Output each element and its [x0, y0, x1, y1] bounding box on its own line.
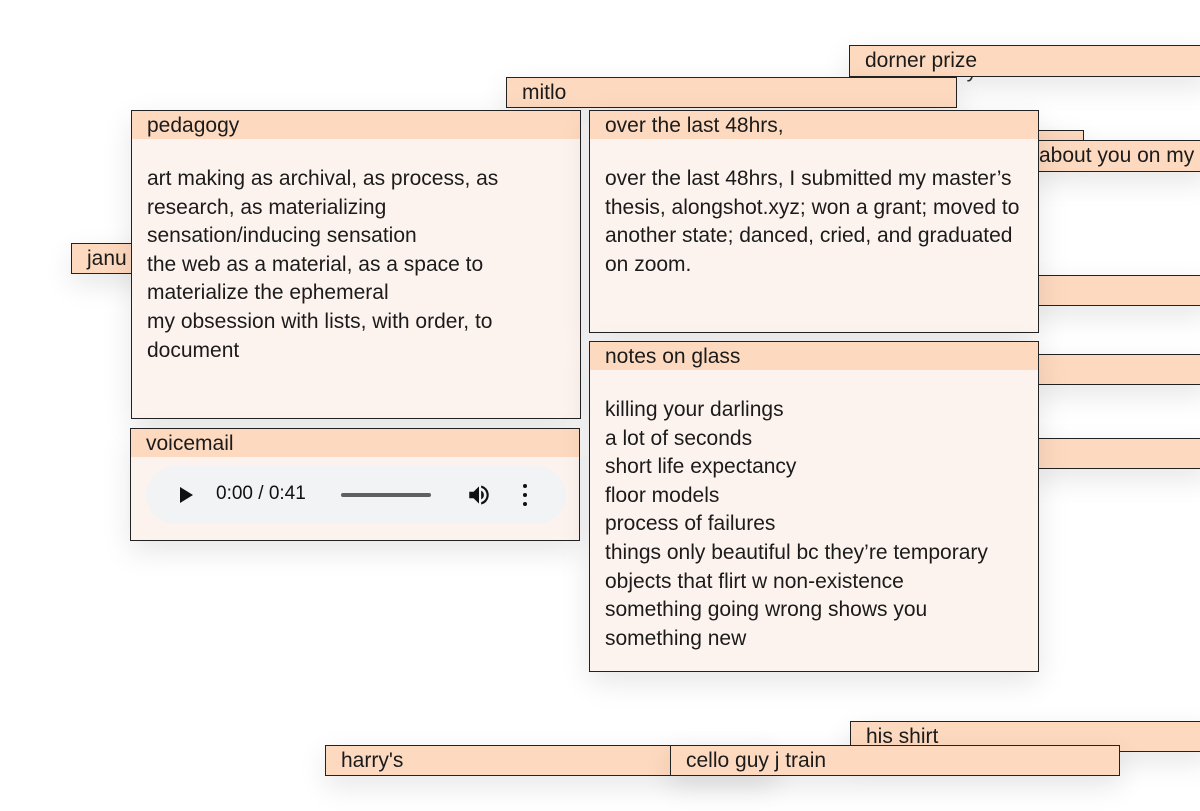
- window-title: voicemail: [131, 429, 579, 457]
- volume-icon[interactable]: [466, 482, 492, 508]
- more-vertical-icon[interactable]: [522, 484, 528, 506]
- window-body: killing your darlings a lot of seconds s…: [590, 370, 1038, 653]
- play-icon[interactable]: [180, 487, 193, 503]
- window-last-48hrs[interactable]: over the last 48hrs, over the last 48hrs…: [589, 110, 1039, 333]
- window-right-strip[interactable]: ,: [1030, 275, 1200, 306]
- window-pedagogy[interactable]: pedagogy art making as archival, as proc…: [131, 110, 581, 419]
- window-right-strip[interactable]: [1030, 354, 1200, 385]
- window-right-strip[interactable]: [1030, 438, 1200, 469]
- window-title: dorner prize: [850, 46, 1200, 74]
- window-body: art making as archival, as process, as r…: [132, 139, 580, 365]
- window-title: notes on glass: [590, 342, 1038, 370]
- pedagogy-text: art making as archival, as process, as r…: [147, 167, 499, 362]
- notes-on-glass-text: killing your darlings a lot of seconds s…: [605, 398, 988, 650]
- window-dorner-prize[interactable]: dorner prize: [849, 45, 1200, 77]
- window-title: mitlo: [507, 78, 956, 106]
- window-voicemail[interactable]: voicemail 0:00 / 0:41: [130, 428, 580, 541]
- window-cello-guy[interactable]: cello guy j train: [670, 745, 1120, 776]
- audio-time: 0:00 / 0:41: [216, 483, 306, 504]
- window-body: over the last 48hrs, I submitted my mast…: [590, 139, 1038, 279]
- audio-player[interactable]: 0:00 / 0:41: [146, 466, 566, 524]
- audio-progress-slider[interactable]: [341, 493, 431, 497]
- window-mitlo[interactable]: mitlo: [506, 77, 957, 108]
- window-title: about you on my: [1031, 141, 1200, 169]
- window-about-you[interactable]: about you on my: [1030, 140, 1200, 172]
- window-notes-on-glass[interactable]: notes on glass killing your darlings a l…: [589, 341, 1039, 672]
- window-title: ,: [1031, 276, 1200, 304]
- window-title: over the last 48hrs,: [590, 111, 1038, 139]
- last-48hrs-text: over the last 48hrs, I submitted my mast…: [605, 167, 1020, 276]
- window-title: cello guy j train: [671, 746, 1119, 774]
- window-title: pedagogy: [132, 111, 580, 139]
